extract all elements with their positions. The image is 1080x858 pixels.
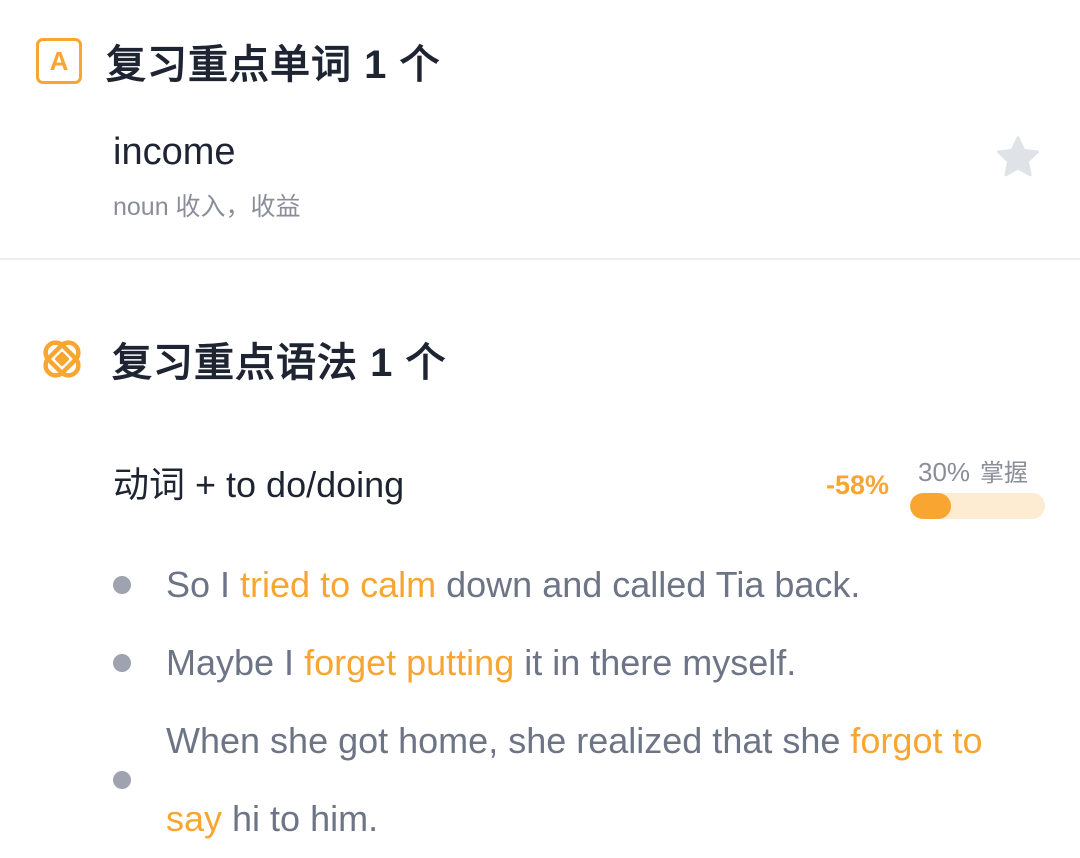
- example-sentence: Maybe I forget putting it in there mysel…: [113, 624, 1043, 702]
- words-section-title: 复习重点单词 1 个: [106, 43, 441, 87]
- mastery-label: 30% 掌握: [918, 456, 1028, 490]
- mastery-word: 掌握: [980, 460, 1029, 487]
- sentence-text-before: Maybe I: [166, 642, 305, 683]
- sentence-text-after: it in there myself.: [514, 642, 797, 683]
- section-divider: [0, 258, 1080, 260]
- favorite-star-button[interactable]: [992, 132, 1044, 184]
- letter-a-icon: A: [36, 38, 82, 84]
- letter-a-icon-glyph: A: [49, 46, 69, 76]
- sentence-text-before: So I: [166, 564, 241, 605]
- grammar-knot-icon: [43, 340, 81, 378]
- bullet-dot: [113, 576, 131, 594]
- word-term[interactable]: income: [113, 128, 236, 176]
- example-sentence: When she got home, she realized that she…: [113, 702, 1043, 858]
- mastery-percent: 30%: [918, 457, 971, 487]
- grammar-point-title[interactable]: 动词 + to do/doing: [113, 462, 404, 508]
- word-definition: noun 收入，收益: [113, 193, 301, 221]
- words-section-header: A 复习重点单词 1 个: [36, 32, 440, 90]
- example-sentence-list: So I tried to calm down and called Tia b…: [113, 546, 1043, 858]
- bullet-dot: [113, 654, 131, 672]
- mastery-progress-bar: [910, 493, 1045, 519]
- mastery-progress-fill: [910, 493, 951, 519]
- sentence-highlight: tried to calm: [240, 564, 437, 605]
- mastery-change: -58%: [826, 470, 890, 500]
- sentence-text-after: down and called Tia back.: [436, 564, 861, 605]
- grammar-section-title: 复习重点语法 1 个: [112, 341, 447, 385]
- example-sentence: So I tried to calm down and called Tia b…: [113, 546, 1043, 624]
- sentence-text-before: When she got home, she realized that she: [166, 720, 851, 761]
- grammar-section-header: 复习重点语法 1 个: [36, 330, 446, 388]
- sentence-text-after: hi to him.: [222, 798, 379, 839]
- star-icon: [996, 136, 1040, 177]
- sentence-highlight: forget putting: [304, 642, 515, 683]
- bullet-dot: [113, 771, 131, 789]
